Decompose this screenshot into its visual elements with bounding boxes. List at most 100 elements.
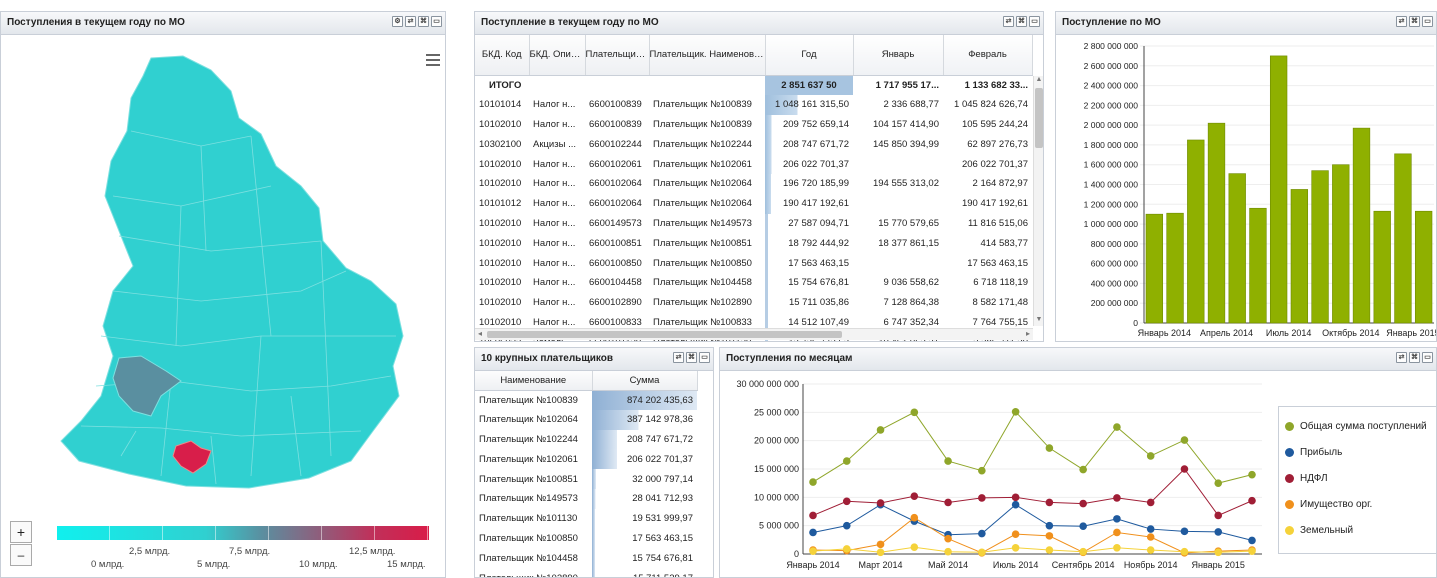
bar[interactable] bbox=[1166, 212, 1184, 324]
column-header[interactable]: Год bbox=[765, 35, 854, 76]
series-point[interactable] bbox=[1214, 479, 1223, 487]
series-point[interactable] bbox=[1079, 522, 1087, 531]
table-row[interactable]: Плательщик №102064 387 142 978,36 bbox=[475, 409, 697, 430]
series-point[interactable] bbox=[1146, 546, 1155, 554]
series-point[interactable] bbox=[1248, 536, 1256, 545]
series-point[interactable] bbox=[1045, 546, 1054, 554]
series-point[interactable] bbox=[1079, 465, 1087, 474]
series-point[interactable] bbox=[1113, 494, 1121, 502]
series-point[interactable] bbox=[809, 511, 817, 520]
table-row[interactable]: Плательщик №102061 206 022 701,37 bbox=[475, 449, 697, 470]
series-point[interactable] bbox=[1113, 423, 1121, 431]
table-row[interactable]: Плательщик №101130 19 531 999,97 bbox=[475, 508, 697, 529]
bar[interactable] bbox=[1145, 213, 1164, 324]
column-header[interactable]: Плательщик. ИНН bbox=[585, 35, 650, 76]
legend-item[interactable]: Прибыль bbox=[1285, 439, 1436, 465]
zoom-out-button[interactable]: – bbox=[10, 544, 32, 566]
series-point[interactable] bbox=[910, 408, 919, 417]
series-point[interactable] bbox=[944, 457, 952, 465]
series-point[interactable] bbox=[978, 529, 986, 538]
table-row[interactable]: 10102010 Налог н... 6600102061 Плательщик №… bbox=[475, 154, 1032, 174]
table-row[interactable]: Плательщик №102244 208 747 671,72 bbox=[475, 429, 697, 450]
table-row[interactable]: Плательщик №100851 32 000 797,14 bbox=[475, 469, 697, 489]
series-point[interactable] bbox=[978, 494, 986, 502]
series-point[interactable] bbox=[1214, 511, 1223, 520]
maximize-icon[interactable]: ▭ bbox=[1422, 16, 1433, 27]
zoom-in-button[interactable]: + bbox=[10, 521, 32, 543]
series-point[interactable] bbox=[1180, 547, 1189, 556]
bar[interactable] bbox=[1207, 122, 1226, 324]
bar[interactable] bbox=[1228, 173, 1246, 324]
scrollbar-thumb[interactable] bbox=[1035, 88, 1043, 148]
series-point[interactable] bbox=[1011, 500, 1020, 509]
export-icon[interactable]: ⌘ bbox=[1016, 16, 1027, 27]
series-point[interactable] bbox=[1180, 527, 1189, 536]
series-point[interactable] bbox=[842, 545, 851, 553]
filter-icon[interactable]: ⇄ bbox=[1396, 16, 1407, 27]
table-row[interactable]: 10302100 Акцизы ... 6600102244 Плательщик №… bbox=[475, 134, 1032, 155]
table-row[interactable]: Плательщик №100839 874 202 435,63 bbox=[475, 390, 697, 410]
bar[interactable] bbox=[1394, 153, 1412, 324]
maximize-icon[interactable]: ▭ bbox=[431, 16, 442, 27]
series-point[interactable] bbox=[944, 547, 952, 556]
legend-item[interactable]: Имущество орг. bbox=[1285, 491, 1436, 517]
column-header[interactable]: Сумма bbox=[592, 371, 698, 391]
series-point[interactable] bbox=[1045, 532, 1054, 540]
series-point[interactable] bbox=[876, 540, 885, 549]
table-row[interactable]: 10101012 Налог н... 6600102064 Плательщик №… bbox=[475, 193, 1032, 214]
column-header[interactable]: Январь bbox=[853, 35, 944, 76]
series-point[interactable] bbox=[1180, 436, 1189, 444]
filter-icon[interactable]: ⇄ bbox=[405, 16, 416, 27]
series-point[interactable] bbox=[1011, 543, 1020, 552]
series-point[interactable] bbox=[1146, 452, 1155, 460]
maximize-icon[interactable]: ▭ bbox=[1029, 16, 1040, 27]
bar[interactable] bbox=[1249, 207, 1267, 324]
column-header[interactable]: БКД. Код bbox=[475, 35, 530, 76]
series-point[interactable] bbox=[1079, 547, 1087, 556]
bar[interactable] bbox=[1352, 127, 1371, 324]
table-row[interactable]: Плательщик №104458 15 754 676,81 bbox=[475, 548, 697, 569]
table-row[interactable]: Плательщик №10289015 711 529,17 bbox=[475, 568, 697, 577]
series-point[interactable] bbox=[910, 543, 919, 551]
bar[interactable] bbox=[1332, 164, 1350, 324]
bar[interactable] bbox=[1187, 139, 1205, 324]
export-icon[interactable]: ⌘ bbox=[1409, 352, 1420, 363]
maximize-icon[interactable]: ▭ bbox=[1422, 352, 1433, 363]
bar[interactable] bbox=[1269, 55, 1288, 324]
export-icon[interactable]: ⌘ bbox=[686, 352, 697, 363]
legend-item[interactable]: НДФЛ bbox=[1285, 465, 1436, 491]
table-row[interactable]: 10102010 Налог н... 6600102064 Плательщик №… bbox=[475, 173, 1032, 194]
table-row[interactable]: 10102010 Налог н... 6600104458 Плательщик №… bbox=[475, 272, 1032, 293]
series-point[interactable] bbox=[1248, 496, 1256, 505]
settings-icon[interactable]: ⚙ bbox=[392, 16, 403, 27]
bar[interactable] bbox=[1311, 170, 1329, 324]
legend-item[interactable]: Земельный bbox=[1285, 517, 1436, 543]
scrollbar-thumb[interactable] bbox=[487, 331, 842, 338]
column-header[interactable]: Наименование bbox=[475, 371, 593, 391]
horizontal-scrollbar[interactable]: ◂ ▸ bbox=[475, 328, 1033, 340]
table-row[interactable]: Плательщик №149573 28 041 712,93 bbox=[475, 488, 697, 509]
vertical-scrollbar[interactable]: ▲ ▼ bbox=[1033, 76, 1043, 326]
series-point[interactable] bbox=[978, 548, 986, 557]
series-point[interactable] bbox=[809, 478, 817, 486]
series-point[interactable] bbox=[1113, 515, 1121, 523]
series-point[interactable] bbox=[876, 548, 885, 557]
series-point[interactable] bbox=[1146, 533, 1155, 541]
series-point[interactable] bbox=[1214, 548, 1223, 557]
table-row[interactable]: 10102010 Налог н... 6600100850 Плательщик №… bbox=[475, 253, 1032, 273]
series-point[interactable] bbox=[944, 498, 952, 507]
series-point[interactable] bbox=[1248, 470, 1256, 479]
series-point[interactable] bbox=[1011, 493, 1020, 502]
table-row[interactable]: 10102010 Налог н... 6600100851 Плательщик №… bbox=[475, 233, 1032, 254]
series-point[interactable] bbox=[809, 528, 817, 537]
export-icon[interactable]: ⌘ bbox=[1409, 16, 1420, 27]
series-point[interactable] bbox=[978, 466, 986, 475]
series-point[interactable] bbox=[876, 499, 885, 507]
column-header[interactable]: Плательщик. Наименование bbox=[649, 35, 766, 76]
series-point[interactable] bbox=[910, 492, 919, 500]
filter-icon[interactable]: ⇄ bbox=[1396, 352, 1407, 363]
series-point[interactable] bbox=[842, 521, 851, 530]
series-point[interactable] bbox=[1045, 521, 1054, 530]
series-point[interactable] bbox=[809, 547, 817, 555]
table-row[interactable]: 10102010 Налог н... 6600102890 Плательщик №… bbox=[475, 292, 1032, 313]
